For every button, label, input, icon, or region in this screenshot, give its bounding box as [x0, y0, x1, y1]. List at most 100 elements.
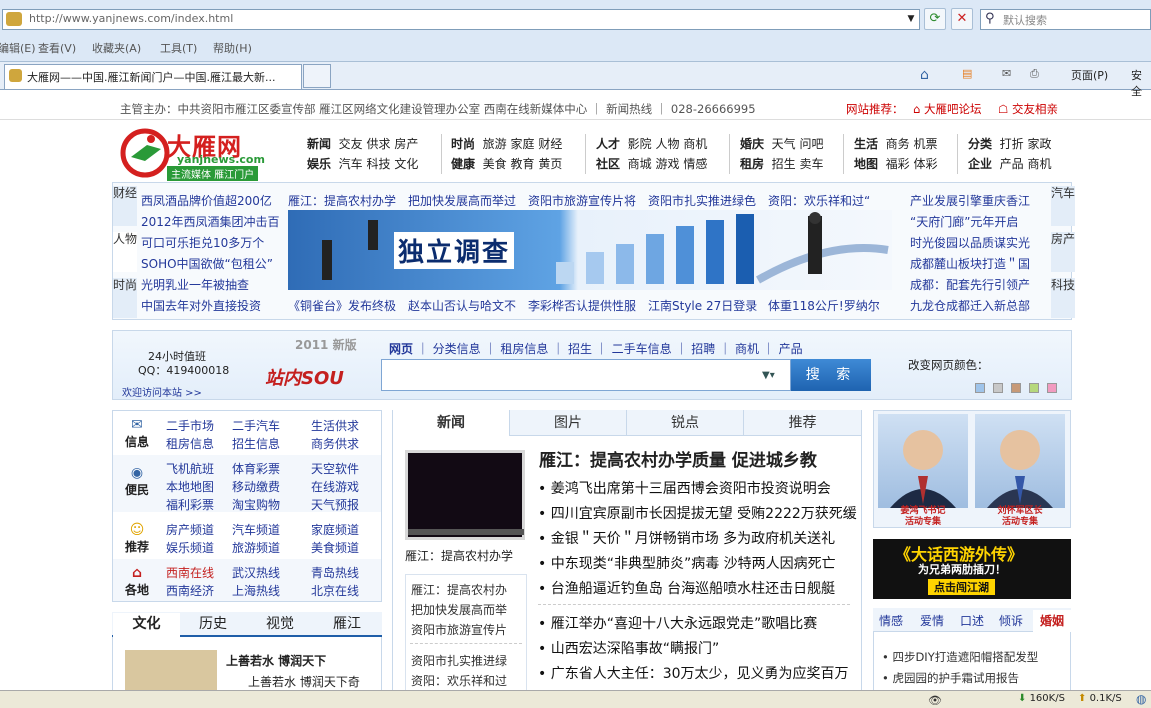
side-news-link[interactable]: 雁江：提高农村办: [411, 581, 507, 598]
color-swatch-gray[interactable]: [993, 383, 1003, 393]
video-progress-bar[interactable]: [408, 529, 524, 535]
house-link[interactable]: 产业发展引擎重庆香江: [910, 192, 1048, 209]
service-link[interactable]: 淘宝购物: [232, 496, 280, 513]
browser-search-input[interactable]: 默认搜索: [980, 9, 1151, 30]
top-news-link[interactable]: 资阳：欢乐祥和过“: [768, 192, 892, 209]
menu-view[interactable]: 查看(V): [38, 40, 76, 56]
nav-link[interactable]: 问吧: [800, 137, 824, 151]
nav-link[interactable]: 黄页: [538, 157, 562, 171]
nav-link[interactable]: 家政: [1028, 137, 1052, 151]
nav-enterprise[interactable]: 企业: [968, 157, 992, 171]
emotion-link[interactable]: • 四步DIY打造遮阳帽搭配发型: [882, 649, 1038, 665]
dating-link[interactable]: ☖ 交友相亲: [998, 101, 1058, 117]
nav-news[interactable]: 新闻: [307, 137, 331, 151]
leader-caption-1[interactable]: 姜鸿飞书记 活动专集: [878, 506, 968, 528]
nav-link[interactable]: 人物: [656, 137, 680, 151]
service-link[interactable]: 汽车频道: [232, 521, 280, 538]
site-logo[interactable]: 大雁网 yanjnews.com 主流媒体 雁江门户: [117, 127, 287, 181]
nav-health[interactable]: 健康: [451, 157, 475, 171]
tab-history[interactable]: 历史: [180, 613, 246, 637]
service-link[interactable]: 本地地图: [166, 478, 214, 495]
ad-button[interactable]: 点击闯江湖: [928, 579, 995, 595]
service-link[interactable]: 北京在线: [311, 582, 359, 599]
news-item[interactable]: • 山西宏达深陷事故“瞒报门”: [538, 638, 719, 658]
video-caption[interactable]: 雁江：提高农村办学: [405, 547, 513, 564]
house-link[interactable]: 成都麓山板块打造＂国: [910, 255, 1048, 272]
nav-link[interactable]: 招生: [772, 157, 796, 171]
address-dropdown-icon[interactable]: ▼: [904, 11, 918, 27]
address-bar[interactable]: http://www.yanjnews.com/index.html: [2, 9, 920, 30]
tab-confide[interactable]: 倾诉: [999, 610, 1023, 632]
side-news-link[interactable]: 资阳：欢乐祥和过: [411, 672, 507, 689]
cat-classified[interactable]: 分类信息: [433, 342, 481, 356]
welcome-link[interactable]: 欢迎访问本站 >>: [122, 384, 202, 399]
nav-wedding[interactable]: 婚庆: [740, 137, 764, 151]
top-news-link[interactable]: 资阳市旅游宣传片将: [528, 192, 646, 209]
nav-link[interactable]: 供求: [367, 137, 391, 151]
nav-link[interactable]: 美食: [483, 157, 507, 171]
finance-link[interactable]: 光明乳业一年被抽查: [141, 276, 281, 293]
service-link[interactable]: 招生信息: [232, 435, 280, 452]
nav-link[interactable]: 情感: [683, 157, 707, 171]
privacy-icon[interactable]: 👁: [928, 694, 942, 707]
service-link[interactable]: 二手汽车: [232, 417, 280, 434]
service-link[interactable]: 天空软件: [311, 460, 359, 477]
cat-web[interactable]: 网页: [389, 342, 413, 356]
service-link[interactable]: 生活供求: [311, 417, 359, 434]
color-swatch-blue[interactable]: [975, 383, 985, 393]
tab-marriage[interactable]: 婚姻: [1033, 610, 1071, 632]
top-news-link[interactable]: 资阳市扎实推进绿色: [648, 192, 766, 209]
investigation-banner[interactable]: [288, 210, 892, 290]
nav-link[interactable]: 科技: [367, 157, 391, 171]
calligraphy-thumb[interactable]: [125, 650, 217, 692]
bottom-news-link[interactable]: 李彩桦否认提供性服: [528, 297, 646, 314]
finance-link[interactable]: 可口可乐拒兑10多万个: [141, 234, 281, 251]
nav-link[interactable]: 商机: [683, 137, 707, 151]
side-news-link[interactable]: 把加快发展高而举: [411, 601, 507, 618]
nav-link[interactable]: 卖车: [800, 157, 824, 171]
news-item[interactable]: • 金银＂天价＂月饼畅销市场 多为政府机关送礼: [538, 528, 835, 548]
nav-link[interactable]: 旅游: [483, 137, 507, 151]
tab-points[interactable]: 锐点: [627, 410, 744, 436]
browser-tab[interactable]: 大雁网——中国.雁江新闻门户—中国.雁江最大新...: [4, 64, 302, 89]
finance-link[interactable]: 西凤酒品牌价值超200亿: [141, 192, 281, 209]
bottom-news-link[interactable]: 江南Style 27日登录: [648, 297, 766, 314]
tab-news[interactable]: 新闻: [393, 410, 510, 436]
tab-house[interactable]: 房产: [1051, 232, 1075, 272]
tab-pictures[interactable]: 图片: [510, 410, 627, 436]
tab-oral[interactable]: 口述: [960, 610, 984, 632]
nav-link[interactable]: 家庭: [511, 137, 535, 151]
service-link[interactable]: 体育彩票: [232, 460, 280, 477]
finance-link[interactable]: SOHO中国欲做“包租公”: [141, 255, 281, 272]
nav-link[interactable]: 商机: [1028, 157, 1052, 171]
mail-icon[interactable]: ✉: [1002, 67, 1011, 80]
service-link[interactable]: 天气预报: [311, 496, 359, 513]
color-swatch-pink[interactable]: [1047, 383, 1057, 393]
nav-link[interactable]: 汽车: [339, 157, 363, 171]
news-item[interactable]: • 四川宜宾原副市长因提拔无望 受贿2222万获死缓: [538, 503, 857, 523]
nav-community[interactable]: 社区: [596, 157, 620, 171]
cat-biz[interactable]: 商机: [735, 342, 759, 356]
nav-fashion[interactable]: 时尚: [451, 137, 475, 151]
top-news-link[interactable]: 把加快发展高而举过: [408, 192, 526, 209]
menu-edit[interactable]: 编辑(E): [0, 40, 36, 56]
nav-link[interactable]: 商城: [628, 157, 652, 171]
leader-caption-2[interactable]: 刘怀军区长 活动专集: [975, 506, 1065, 528]
emotion-link[interactable]: • 虎园园的护手霜试用报告: [882, 670, 1019, 686]
nav-link[interactable]: 房产: [394, 137, 418, 151]
refresh-icon[interactable]: ⟳: [924, 8, 946, 30]
side-news-link[interactable]: 资阳市扎实推进绿: [411, 652, 507, 669]
leader-photo-1[interactable]: [878, 414, 968, 508]
side-news-link[interactable]: 资阳市旅游宣传片: [411, 621, 507, 638]
menu-favorites[interactable]: 收藏夹(A): [92, 40, 141, 56]
house-link[interactable]: “天府门廊”元年开启: [910, 213, 1048, 230]
nav-ent[interactable]: 娱乐: [307, 157, 331, 171]
nav-link[interactable]: 交友: [339, 137, 363, 151]
nav-link[interactable]: 文化: [394, 157, 418, 171]
rss-icon[interactable]: ▤: [962, 67, 972, 80]
tab-tech[interactable]: 科技: [1051, 278, 1075, 318]
top-news-link[interactable]: 雁江：提高农村办学: [288, 192, 406, 209]
finance-link[interactable]: 中国去年对外直接投资: [141, 297, 281, 314]
service-link[interactable]: 租房信息: [166, 435, 214, 452]
tab-yanjiang[interactable]: 雁江: [314, 613, 380, 637]
